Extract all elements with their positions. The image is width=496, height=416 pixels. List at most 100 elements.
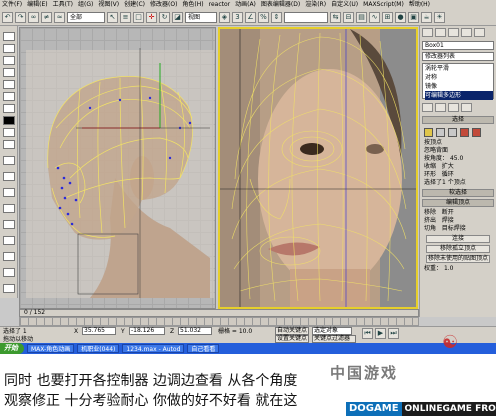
break-button[interactable]: 断开 bbox=[442, 209, 454, 216]
grow-button[interactable]: 扩大 bbox=[442, 163, 454, 170]
pivot-icon[interactable]: ◈ bbox=[219, 11, 230, 23]
tool-box-icon[interactable] bbox=[3, 32, 15, 41]
go-to-start-icon[interactable]: ⏮ bbox=[362, 328, 373, 339]
layer-icon[interactable]: ▤ bbox=[356, 11, 367, 23]
selection-filter-dropdown[interactable]: 全部 bbox=[67, 11, 105, 23]
tool-teapot-icon[interactable] bbox=[3, 140, 15, 149]
select-by-name-icon[interactable]: ≡ bbox=[120, 11, 131, 23]
menu-reactor[interactable]: reactor bbox=[209, 0, 231, 9]
named-selection-dropdown[interactable] bbox=[284, 11, 328, 23]
tool-sphere-icon[interactable] bbox=[3, 44, 15, 53]
undo-icon[interactable]: ↶ bbox=[2, 11, 13, 23]
tool-oiltank-icon[interactable] bbox=[3, 236, 15, 245]
menu-graph-editors[interactable]: 图表编辑器(D) bbox=[261, 0, 300, 9]
tool-chamferbox-icon[interactable] bbox=[3, 220, 15, 229]
bind-icon[interactable]: ≈ bbox=[54, 11, 65, 23]
connect-button[interactable]: 连接 bbox=[426, 235, 490, 243]
task-button-2[interactable]: 机职业(044) bbox=[77, 344, 120, 353]
remove-isolated-button[interactable]: 移除孤立顶点 bbox=[426, 245, 490, 253]
go-to-end-icon[interactable]: ⏭ bbox=[388, 328, 399, 339]
time-slider[interactable]: 0 / 152 bbox=[19, 309, 419, 317]
curve-editor-icon[interactable]: ∿ bbox=[369, 11, 380, 23]
edit-vertices-rollout[interactable]: 编辑顶点 bbox=[422, 199, 494, 207]
stack-item-symmetry[interactable]: 对称 bbox=[425, 73, 493, 82]
menu-maxscript[interactable]: MAXScript(M) bbox=[363, 0, 404, 9]
tool-gengon-icon[interactable] bbox=[3, 252, 15, 261]
tool-capsule-icon[interactable] bbox=[3, 172, 15, 181]
border-mode-icon[interactable] bbox=[448, 128, 457, 137]
task-button-3[interactable]: 1234.max - Autod bbox=[122, 344, 185, 353]
scale-icon[interactable]: ◪ bbox=[172, 11, 183, 23]
remove-modifier-icon[interactable] bbox=[461, 103, 472, 112]
menu-file[interactable]: 文件(F) bbox=[2, 0, 22, 9]
menu-views[interactable]: 视图(V) bbox=[98, 0, 119, 9]
menu-help[interactable]: 帮助(H) bbox=[409, 0, 430, 9]
chamfer-button[interactable]: 切角 bbox=[424, 225, 436, 232]
display-tab-icon[interactable] bbox=[474, 28, 485, 37]
element-mode-icon[interactable] bbox=[472, 128, 481, 137]
make-unique-icon[interactable] bbox=[448, 103, 459, 112]
snap-icon[interactable]: 3 bbox=[232, 11, 243, 23]
task-button-1[interactable]: MAX-角色动画 bbox=[27, 344, 75, 353]
by-vertex-checkbox[interactable]: 按顶点 bbox=[420, 139, 496, 147]
tool-spindle-icon[interactable] bbox=[3, 188, 15, 197]
pin-stack-icon[interactable] bbox=[422, 103, 433, 112]
spinner-snap-icon[interactable]: ⇕ bbox=[271, 11, 282, 23]
tool-plane-icon[interactable] bbox=[3, 68, 15, 77]
menu-animation[interactable]: 动画(A) bbox=[235, 0, 256, 9]
extrude-button[interactable]: 挤出 bbox=[424, 217, 436, 224]
y-coordinate-field[interactable]: -18.126 bbox=[129, 327, 165, 335]
start-button[interactable]: 开始 bbox=[0, 343, 24, 354]
soft-selection-rollout[interactable]: 软选择 bbox=[422, 189, 494, 197]
remove-unused-map-button[interactable]: 移除未使用的贴图顶点 bbox=[426, 255, 490, 263]
play-icon[interactable]: ▶ bbox=[375, 328, 386, 339]
render-icon[interactable]: ☕ bbox=[421, 11, 432, 23]
quick-render-icon[interactable]: ☀ bbox=[434, 11, 445, 23]
mirror-icon[interactable]: ⇆ bbox=[330, 11, 341, 23]
stack-item-editable-poly[interactable]: 可编辑多边形 bbox=[425, 91, 493, 100]
weight-value[interactable]: 1.0 bbox=[444, 265, 454, 272]
tool-tube-icon[interactable] bbox=[3, 104, 15, 113]
align-icon[interactable]: ⊟ bbox=[343, 11, 354, 23]
view-dropdown[interactable]: 视图 bbox=[185, 11, 217, 23]
loop-button[interactable]: 循环 bbox=[442, 171, 454, 178]
weld-button[interactable]: 焊接 bbox=[442, 217, 454, 224]
menu-create[interactable]: 创建(C) bbox=[124, 0, 145, 9]
menu-tools[interactable]: 工具(T) bbox=[53, 0, 73, 9]
shrink-button[interactable]: 收缩 bbox=[424, 163, 436, 170]
x-coordinate-field[interactable]: 35.765 bbox=[82, 327, 116, 335]
stack-item-mirror[interactable]: 镜像 bbox=[425, 82, 493, 91]
menu-customize[interactable]: 自定义(U) bbox=[331, 0, 358, 9]
tool-torus-icon[interactable] bbox=[3, 92, 15, 101]
key-filters-button[interactable]: 关键点过滤器 bbox=[312, 335, 356, 343]
tool-black-swatch-icon[interactable] bbox=[3, 116, 15, 125]
move-icon[interactable]: ✛ bbox=[146, 11, 157, 23]
angle-snap-icon[interactable]: ∠ bbox=[245, 11, 256, 23]
ring-button[interactable]: 环形 bbox=[424, 171, 436, 178]
redo-icon[interactable]: ↷ bbox=[15, 11, 26, 23]
tool-geosphere-icon[interactable] bbox=[3, 156, 15, 165]
region-icon[interactable]: □ bbox=[133, 11, 144, 23]
tool-prism-icon[interactable] bbox=[3, 284, 15, 293]
tool-cylinder-icon[interactable] bbox=[3, 56, 15, 65]
remove-button[interactable]: 移除 bbox=[424, 209, 436, 216]
object-name-field[interactable]: Box01 bbox=[422, 41, 494, 50]
left-viewport[interactable] bbox=[19, 27, 216, 309]
rotate-icon[interactable]: ↻ bbox=[159, 11, 170, 23]
front-viewport-active[interactable] bbox=[218, 27, 418, 309]
edge-mode-icon[interactable] bbox=[436, 128, 445, 137]
vertex-mode-icon[interactable] bbox=[424, 128, 433, 137]
modify-tab-icon[interactable] bbox=[435, 28, 446, 37]
material-editor-icon[interactable]: ● bbox=[395, 11, 406, 23]
schematic-icon[interactable]: ⊞ bbox=[382, 11, 393, 23]
task-button-4[interactable]: 自己看看 bbox=[187, 344, 220, 353]
percent-snap-icon[interactable]: % bbox=[258, 11, 269, 23]
track-bar[interactable] bbox=[19, 317, 419, 326]
tool-hedra-icon[interactable] bbox=[3, 204, 15, 213]
tool-ringwave-icon[interactable] bbox=[3, 268, 15, 277]
menu-edit[interactable]: 编辑(E) bbox=[27, 0, 47, 9]
tool-cone-icon[interactable] bbox=[3, 80, 15, 89]
set-key-button[interactable]: 设置关键点 bbox=[275, 335, 309, 343]
polygon-mode-icon[interactable] bbox=[460, 128, 469, 137]
ignore-backface-checkbox[interactable]: 忽略背面 bbox=[420, 147, 496, 155]
